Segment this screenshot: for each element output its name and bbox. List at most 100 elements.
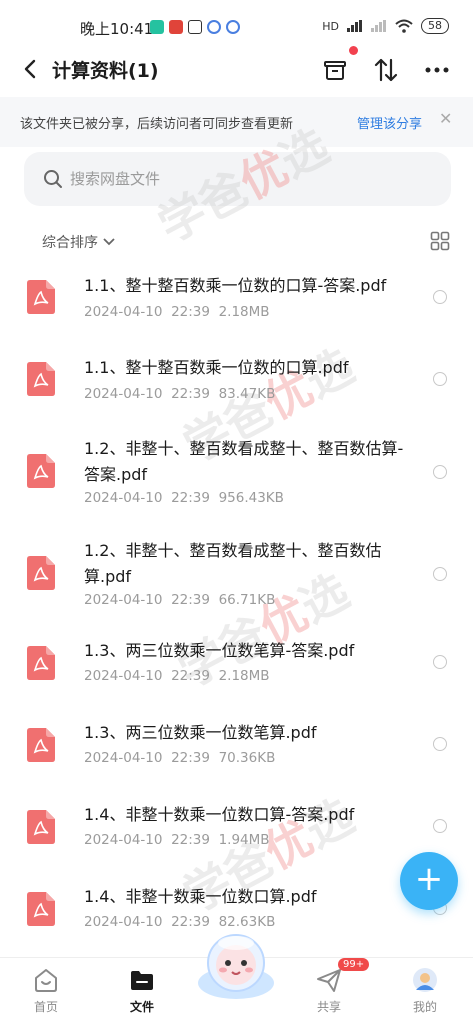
file-meta: 2024-04-10 22:39 66.71KB (84, 592, 275, 608)
file-size: 70.36KB (218, 750, 276, 766)
pdf-file-icon (27, 810, 55, 844)
sort-label: 综合排序 (42, 235, 98, 251)
select-radio[interactable] (433, 372, 447, 386)
file-size: 2.18MB (218, 304, 270, 320)
file-row[interactable]: 1.2、非整十、整百数看成整十、整百数估算.pdf 2024-04-10 22:… (0, 536, 473, 616)
file-date: 2024-04-10 (84, 386, 163, 402)
status-time: 晚上10:41 (80, 20, 154, 38)
file-size: 2.18MB (218, 668, 270, 684)
close-icon[interactable]: ✕ (439, 109, 452, 128)
network-type-label: HD (322, 19, 339, 33)
notification-icons (150, 20, 240, 34)
more-options-icon[interactable] (423, 56, 451, 84)
file-meta: 2024-04-10 22:39 956.43KB (84, 490, 284, 506)
file-row[interactable]: 1.1、整十整百数乘一位数的口算-答案.pdf 2024-04-10 22:39… (0, 270, 473, 340)
file-row[interactable]: 1.1、整十整百数乘一位数的口算.pdf 2024-04-10 22:39 83… (0, 352, 473, 422)
plus-icon: + (414, 859, 444, 899)
search-bar[interactable] (24, 152, 451, 206)
select-radio[interactable] (433, 655, 447, 669)
file-name: 1.4、非整十数乘一位数口算-答案.pdf (84, 805, 355, 824)
pdf-file-icon (27, 892, 55, 926)
tab-me-label: 我的 (412, 1000, 437, 1014)
manage-share-link[interactable]: 管理该分享 (357, 113, 422, 132)
share-badge: 99+ (338, 958, 370, 971)
header: 计算资料(1) (0, 46, 473, 96)
tab-files[interactable]: 文件 (112, 958, 172, 1024)
share-notice-bar: 该文件夹已被分享，后续访问者可同步查看更新 管理该分享 ✕ (0, 97, 473, 147)
tab-home-label: 首页 (33, 1000, 58, 1014)
file-name: 1.2、非整十、整百数看成整十、整百数估算.pdf (84, 541, 382, 586)
grid-view-icon[interactable] (430, 231, 450, 251)
app-notification-icon (207, 20, 221, 34)
search-input[interactable] (70, 165, 430, 193)
signal-icon (371, 20, 386, 32)
file-date: 2024-04-10 (84, 832, 163, 848)
file-name: 1.1、整十整百数乘一位数的口算.pdf (84, 358, 349, 377)
file-time: 22:39 (171, 304, 210, 320)
mascot-button-icon[interactable] (193, 925, 279, 1007)
page-title: 计算资料(1) (52, 60, 159, 82)
file-row[interactable]: 1.3、两三位数乘一位数笔算-答案.pdf 2024-04-10 22:39 2… (0, 636, 473, 706)
notification-dot (349, 46, 358, 55)
tab-files-label: 文件 (129, 1000, 154, 1014)
tab-home[interactable]: 首页 (16, 958, 76, 1024)
pdf-file-icon (27, 280, 55, 314)
file-time: 22:39 (171, 668, 210, 684)
sort-arrows-icon[interactable] (372, 56, 400, 84)
sort-dropdown[interactable]: 综合排序 (42, 232, 116, 252)
file-size: 83.47KB (218, 386, 276, 402)
file-row[interactable]: 1.2、非整十、整百数看成整十、整百数估算-答案.pdf 2024-04-10 … (0, 434, 473, 514)
pdf-file-icon (27, 728, 55, 762)
file-name: 1.4、非整十数乘一位数口算.pdf (84, 887, 317, 906)
file-date: 2024-04-10 (84, 750, 163, 766)
file-meta: 2024-04-10 22:39 83.47KB (84, 386, 275, 402)
tab-me[interactable]: 我的 (395, 958, 455, 1024)
share-notice-text: 该文件夹已被分享，后续访问者可同步查看更新 (20, 117, 294, 132)
select-radio[interactable] (433, 737, 447, 751)
send-icon (317, 969, 341, 992)
file-name: 1.3、两三位数乘一位数笔算.pdf (84, 723, 317, 742)
avatar (413, 968, 437, 992)
chevron-down-icon (103, 238, 115, 246)
back-arrow-icon[interactable] (18, 56, 44, 82)
file-date: 2024-04-10 (84, 668, 163, 684)
file-name: 1.3、两三位数乘一位数笔算-答案.pdf (84, 641, 355, 660)
file-date: 2024-04-10 (84, 914, 163, 930)
file-row[interactable]: 1.3、两三位数乘一位数笔算.pdf 2024-04-10 22:39 70.3… (0, 718, 473, 788)
pdf-file-icon (27, 454, 55, 488)
file-time: 22:39 (171, 592, 210, 608)
file-meta: 2024-04-10 22:39 70.36KB (84, 750, 275, 766)
select-radio[interactable] (433, 819, 447, 833)
file-time: 22:39 (171, 750, 210, 766)
wifi-icon (395, 19, 413, 33)
file-size: 66.71KB (218, 592, 276, 608)
file-time: 22:39 (171, 832, 210, 848)
battery-indicator: 58 (421, 18, 449, 34)
file-name: 1.1、整十整百数乘一位数的口算-答案.pdf (84, 276, 387, 295)
select-radio[interactable] (433, 465, 447, 479)
pdf-file-icon (27, 362, 55, 396)
file-size: 1.94MB (218, 832, 270, 848)
home-icon (35, 969, 57, 992)
app-notification-icon (226, 20, 240, 34)
app-notification-icon (150, 20, 164, 34)
file-date: 2024-04-10 (84, 490, 163, 506)
select-radio[interactable] (433, 567, 447, 581)
file-time: 22:39 (171, 386, 210, 402)
app-notification-icon (169, 20, 183, 34)
file-date: 2024-04-10 (84, 304, 163, 320)
file-name: 1.2、非整十、整百数看成整十、整百数估算-答案.pdf (84, 439, 404, 484)
system-indicators: HD 58 (322, 18, 449, 34)
file-date: 2024-04-10 (84, 592, 163, 608)
add-button[interactable]: + (400, 852, 458, 910)
select-radio[interactable] (433, 290, 447, 304)
pdf-file-icon (27, 556, 55, 590)
transfer-list-icon[interactable] (321, 56, 349, 84)
tab-share-label: 共享 (316, 1000, 341, 1014)
file-size: 956.43KB (218, 490, 284, 506)
signal-icon (347, 20, 362, 32)
file-meta: 2024-04-10 22:39 1.94MB (84, 832, 270, 848)
file-time: 22:39 (171, 490, 210, 506)
file-meta: 2024-04-10 22:39 2.18MB (84, 668, 270, 684)
search-icon (44, 170, 62, 188)
